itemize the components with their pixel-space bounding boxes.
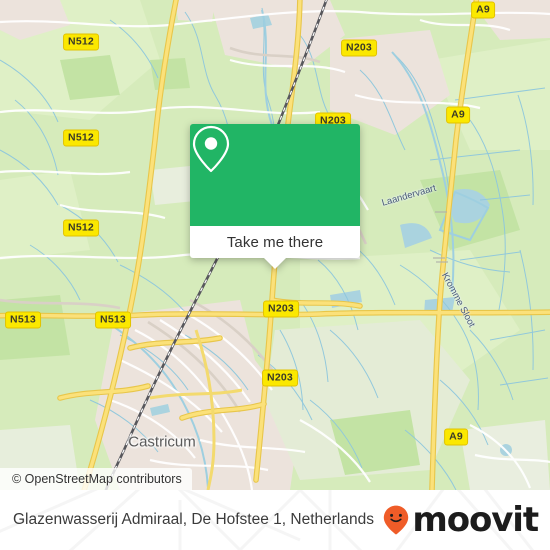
map-screenshot: N512 N203 A9 A9 N512 N203 N512 N513 N513…: [0, 0, 550, 550]
road-shield: N512: [63, 219, 99, 237]
road-shield: N513: [95, 311, 131, 329]
footer-bar: Glazenwasserij Admiraal, De Hofstee 1, N…: [0, 490, 550, 550]
map-pin-icon: [192, 125, 230, 173]
popup-footer[interactable]: Take me there: [190, 226, 360, 269]
moovit-wordmark: moovit: [412, 500, 539, 540]
road-shield: N203: [263, 300, 299, 318]
popup-header: [190, 124, 360, 226]
take-me-there-label: Take me there: [226, 233, 324, 251]
map-canvas[interactable]: N512 N203 A9 A9 N512 N203 N512 N513 N513…: [0, 0, 550, 490]
popup-pointer: [263, 257, 287, 269]
osm-attribution[interactable]: © OpenStreetMap contributors: [0, 468, 192, 490]
location-title: Glazenwasserij Admiraal, De Hofstee 1, N…: [13, 511, 374, 528]
moovit-logo[interactable]: moovit: [383, 500, 539, 540]
road-shield: N512: [63, 129, 99, 147]
road-shield: N512: [63, 33, 99, 51]
place-label-castricum: Castricum: [128, 433, 196, 451]
moovit-smiley-pin-icon: [384, 505, 409, 535]
location-popup[interactable]: Take me there: [190, 124, 360, 269]
road-shield: A9: [444, 428, 468, 446]
road-shield: A9: [446, 106, 470, 124]
road-shield: N513: [5, 311, 41, 329]
road-shield: A9: [471, 1, 495, 19]
road-shield: N203: [341, 39, 377, 57]
road-shield: N203: [262, 369, 298, 387]
